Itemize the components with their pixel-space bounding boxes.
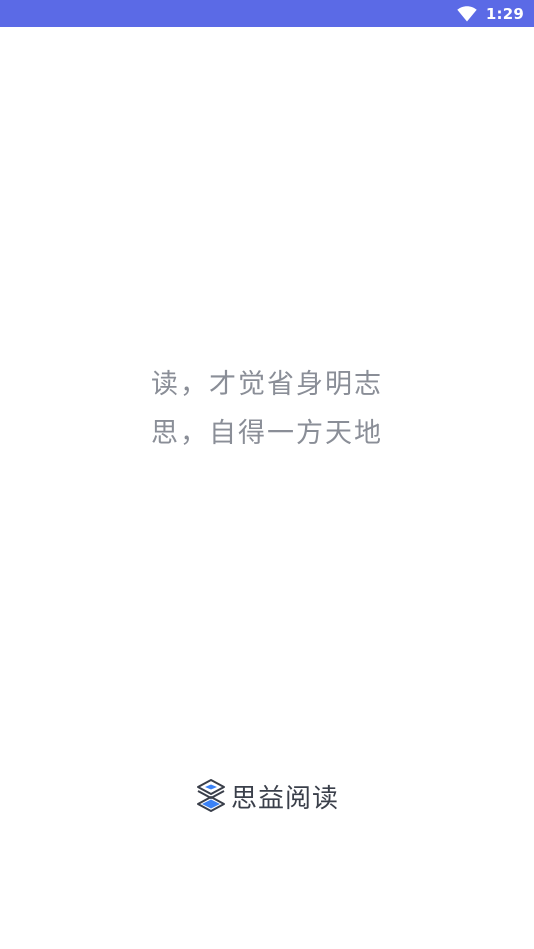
slogan-line-think: 思，自得一方天地 <box>151 418 383 449</box>
status-time: 1:29 <box>485 4 524 23</box>
wifi-icon <box>457 5 477 22</box>
brand-footer: 思益阅读 <box>0 776 534 816</box>
layers-logo-icon <box>196 779 225 812</box>
status-bar: 1:29 <box>0 0 534 27</box>
splash-screen: 1:29 读，才觉省身明志 思，自得一方天地 思益阅读 <box>0 0 534 949</box>
slogan: 读，才觉省身明志 思，自得一方天地 <box>0 360 534 458</box>
brand-name: 思益阅读 <box>230 783 339 814</box>
slogan-line-read: 读，才觉省身明志 <box>151 369 383 400</box>
